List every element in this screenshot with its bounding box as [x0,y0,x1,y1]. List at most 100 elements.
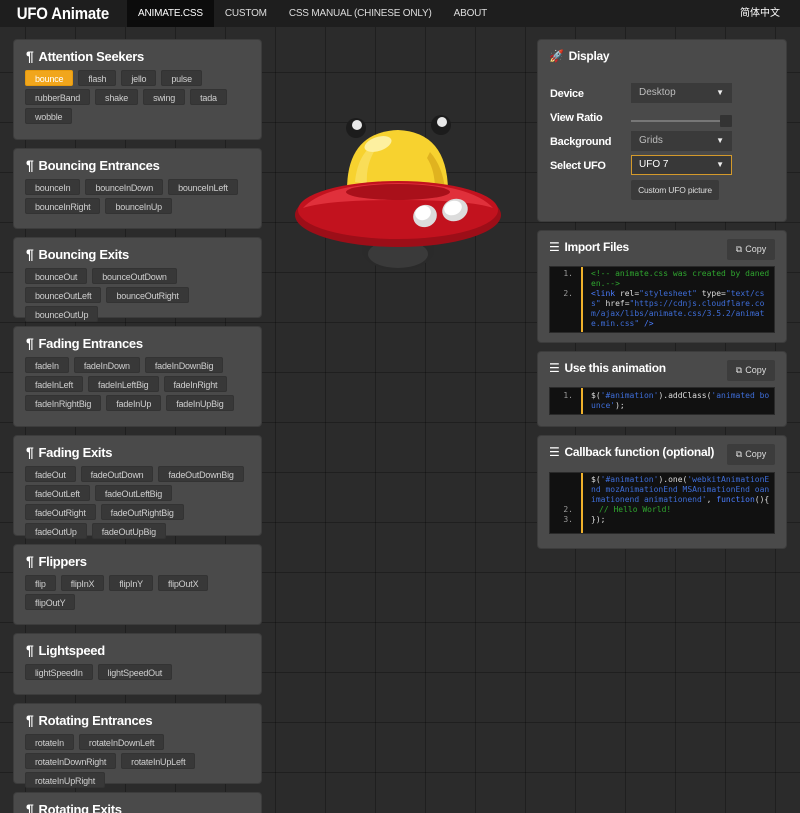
animation-button-bounceInDown[interactable]: bounceInDown [85,179,164,195]
use-code-block[interactable]: 1. $('#animation').addClass('animated bo… [549,387,775,415]
code-line: 2. <link rel="stylesheet" type="text/css… [563,289,765,328]
animation-group-panel: ¶ Bouncing Entrances bounceIn bounceInDown b… [13,148,262,229]
animation-button-rotateInUpRight[interactable]: rotateInUpRight [25,772,106,788]
callback-panel: ☰ Callback function (optional) ⧉ Copy $('… [537,435,787,549]
animation-button-list: bounceIn bounceInDown bounceInLeft bounceIn… [25,179,251,217]
rocket-icon: 🚀 [549,49,564,63]
import-files-title: ☰ Import Files [549,240,629,254]
animation-button-bounceOutUp[interactable]: bounceOutUp [25,306,99,322]
nav-css-manual[interactable]: CSS MANUAL (CHINESE ONLY) [278,0,443,27]
animation-button-bounceIn[interactable]: bounceIn [25,179,81,195]
device-label: Device [550,88,584,100]
animation-button-tada[interactable]: tada [190,89,227,105]
animation-button-fadeInLeftBig[interactable]: fadeInLeftBig [88,376,159,392]
animation-button-rotateInDownRight[interactable]: rotateInDownRight [25,753,117,769]
animation-button-flipOutX[interactable]: flipOutX [157,575,209,591]
animation-group-panel: ¶ Fading Entrances fadeIn fadeInDown fadeInD… [13,326,262,427]
animation-button-rotateIn[interactable]: rotateIn [25,734,74,750]
animation-button-shake[interactable]: shake [95,89,139,105]
animation-group-panel: ¶ Bouncing Exits bounceOut bounceOutDown bou… [13,237,262,322]
animation-button-pulse[interactable]: pulse [161,70,202,86]
animation-group-panel: ¶ Fading Exits fadeOut fadeOutDown fadeOutDo… [13,435,262,539]
animation-button-fadeOut[interactable]: fadeOut [25,466,76,482]
group-title: ¶ Lightspeed [26,642,105,658]
brand-logo[interactable]: UFO Animate [0,4,112,24]
animation-button-fadeInRightBig[interactable]: fadeInRightBig [25,395,102,411]
code-line: 2. // Hello World! [563,505,672,514]
ufo-select[interactable]: UFO 7 ▼ [631,155,732,175]
copy-import-button[interactable]: ⧉ Copy [727,239,775,260]
animation-button-bounceOutDown[interactable]: bounceOutDown [92,268,177,284]
group-title: ¶ Rotating Entrances [26,712,153,728]
callback-code-block[interactable]: $('#animation').one('webkitAnimationEnd … [549,472,775,534]
group-title: ¶ Fading Entrances [26,335,143,351]
animation-button-lightSpeedIn[interactable]: lightSpeedIn [25,664,93,680]
animation-button-list: lightSpeedIn lightSpeedOut [25,664,251,683]
copy-icon: ⧉ [735,449,743,459]
animation-button-fadeOutRight[interactable]: fadeOutRight [25,504,96,520]
animation-button-fadeInUp[interactable]: fadeInUp [106,395,162,411]
animation-button-flipOutY[interactable]: flipOutY [25,594,76,610]
language-switch[interactable]: 简体中文 [740,0,780,27]
view-ratio-slider[interactable] [631,120,723,122]
animation-button-bounceInUp[interactable]: bounceInUp [105,198,172,214]
custom-ufo-button[interactable]: Custom UFO picture [631,180,719,200]
animation-button-bounceOut[interactable]: bounceOut [25,268,88,284]
pilcrow-icon: ¶ [26,444,34,460]
copy-callback-button[interactable]: ⧉ Copy [727,444,775,465]
code-line: 1. $('#animation').addClass('animated bo… [563,391,770,410]
animation-button-rubberBand[interactable]: rubberBand [25,89,91,105]
animation-button-lightSpeedOut[interactable]: lightSpeedOut [97,664,173,680]
animation-button-swing[interactable]: swing [143,89,186,105]
view-ratio-label: View Ratio [550,112,603,124]
view-ratio-slider-thumb[interactable] [720,115,732,127]
animation-button-bounceInRight[interactable]: bounceInRight [25,198,101,214]
animation-button-fadeInRight[interactable]: fadeInRight [163,376,228,392]
animation-button-list: bounceOut bounceOutDown bounceOutLeft bounc… [25,268,251,325]
animation-button-fadeOutDown[interactable]: fadeOutDown [80,466,154,482]
group-title: ¶ Fading Exits [26,444,113,460]
group-title: ¶ Bouncing Entrances [26,157,160,173]
background-select[interactable]: Grids ▼ [631,131,732,151]
animation-button-fadeIn[interactable]: fadeIn [25,357,69,373]
animation-button-jello[interactable]: jello [121,70,157,86]
code-line: $('#animation').one('webkitAnimationEnd … [591,475,770,504]
animation-group-panel: ¶ Flippers flip flipInX flipInY flipOutX flipO… [13,544,262,625]
animation-button-list: bounce flash jello pulse rubberBand shake swin… [25,70,251,127]
animation-button-fadeOutLeft[interactable]: fadeOutLeft [25,485,90,501]
ufo-image [295,115,501,270]
animation-button-rotateInUpLeft[interactable]: rotateInUpLeft [121,753,196,769]
nav-custom[interactable]: CUSTOM [214,0,278,27]
animation-button-fadeOutLeftBig[interactable]: fadeOutLeftBig [94,485,173,501]
use-animation-panel: ☰ Use this animation ⧉ Copy 1. $('#animat… [537,351,787,427]
select-ufo-label: Select UFO [550,160,606,172]
animation-button-fadeOutUp[interactable]: fadeOutUp [25,523,87,539]
background-label: Background [550,136,612,148]
import-code-block[interactable]: 1. <!-- animate.css was created by daned… [549,266,775,333]
animation-button-fadeOutRightBig[interactable]: fadeOutRightBig [100,504,184,520]
copy-use-button[interactable]: ⧉ Copy [727,360,775,381]
device-select[interactable]: Desktop ▼ [631,83,732,103]
animation-button-bounce[interactable]: bounce [25,70,74,86]
nav-about[interactable]: ABOUT [443,0,498,27]
animation-button-fadeInUpBig[interactable]: fadeInUpBig [166,395,234,411]
animation-button-rotateInDownLeft[interactable]: rotateInDownLeft [78,734,165,750]
animation-button-flipInX[interactable]: flipInX [60,575,105,591]
animation-button-fadeInDownBig[interactable]: fadeInDownBig [144,357,224,373]
chevron-down-icon: ▼ [716,88,724,97]
animation-button-bounceInLeft[interactable]: bounceInLeft [168,179,238,195]
animation-button-wobble[interactable]: wobble [25,108,73,124]
group-title: ¶ Flippers [26,553,87,569]
animation-button-flash[interactable]: flash [78,70,117,86]
import-files-panel: ☰ Import Files ⧉ Copy 1. <!-- animate.css… [537,230,787,343]
animation-button-fadeOutUpBig[interactable]: fadeOutUpBig [91,523,166,539]
nav-animate-css[interactable]: ANIMATE.CSS [127,0,214,27]
animation-button-flipInY[interactable]: flipInY [109,575,153,591]
group-title: ¶ Bouncing Exits [26,246,129,262]
animation-button-fadeOutDownBig[interactable]: fadeOutDownBig [158,466,244,482]
animation-button-flip[interactable]: flip [25,575,56,591]
animation-button-fadeInDown[interactable]: fadeInDown [73,357,140,373]
animation-button-fadeInLeft[interactable]: fadeInLeft [25,376,84,392]
animation-button-bounceOutRight[interactable]: bounceOutRight [106,287,189,303]
animation-button-bounceOutLeft[interactable]: bounceOutLeft [25,287,102,303]
